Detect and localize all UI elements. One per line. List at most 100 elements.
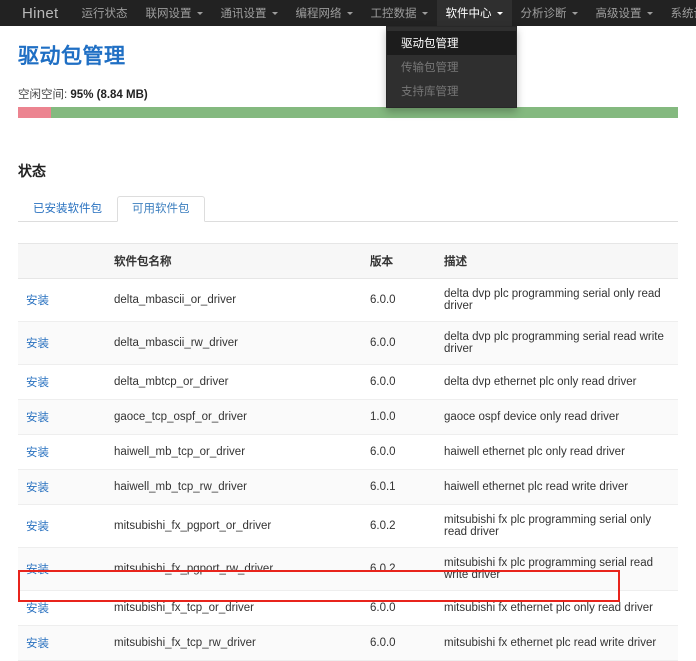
version-cell: 1.0.0: [364, 400, 438, 435]
package-table: 软件包名称 版本 描述 安装delta_mbascii_or_driver6.0…: [18, 243, 678, 661]
nav-item-label: 软件中心: [446, 5, 492, 21]
chevron-down-icon: [347, 12, 353, 15]
chevron-down-icon: [497, 12, 503, 15]
package-name-cell: delta_mbascii_or_driver: [108, 279, 364, 322]
version-cell: 6.0.0: [364, 591, 438, 626]
nav-item-2[interactable]: 通讯设置: [212, 0, 287, 26]
progress-used-segment: [18, 107, 51, 118]
nav-item-label: 运行状态: [82, 5, 128, 21]
action-cell: 安装: [18, 365, 108, 400]
chevron-down-icon: [572, 12, 578, 15]
package-name-cell: mitsubishi_fx_tcp_or_driver: [108, 591, 364, 626]
table-header: 软件包名称 版本 描述: [18, 244, 678, 279]
package-name-cell: delta_mbascii_rw_driver: [108, 322, 364, 365]
brand-logo[interactable]: Hinet: [0, 0, 73, 26]
version-cell: 6.0.2: [364, 505, 438, 548]
action-cell: 安装: [18, 279, 108, 322]
version-cell: 6.0.1: [364, 470, 438, 505]
header-package-name: 软件包名称: [108, 244, 364, 279]
chevron-down-icon: [647, 12, 653, 15]
header-version: 版本: [364, 244, 438, 279]
table-row: 安装 gaoce_tcp_ospf_or_driver1.0.0gaoce osp…: [18, 400, 678, 435]
install-button[interactable]: 安装: [26, 295, 49, 307]
tab-0[interactable]: 已安装软件包: [18, 196, 117, 222]
chevron-down-icon: [197, 12, 203, 15]
package-name-cell: gaoce_tcp_ospf_or_driver: [108, 400, 364, 435]
description-cell: gaoce ospf device only read driver: [438, 400, 678, 435]
version-cell: 6.0.0: [364, 435, 438, 470]
table-row: 安装mitsubishi_fx_tcp_rw_driver6.0.0mitsub…: [18, 626, 678, 661]
package-name-cell: mitsubishi_fx_pgport_rw_driver: [108, 548, 364, 591]
nav-item-4[interactable]: 工控数据: [362, 0, 437, 26]
nav-item-label: 联网设置: [146, 5, 192, 21]
action-cell: 安装: [18, 322, 108, 365]
tab-1[interactable]: 可用软件包: [117, 196, 205, 222]
nav-item-label: 高级设置: [596, 5, 642, 21]
version-cell: 6.0.2: [364, 548, 438, 591]
package-name-cell: haiwell_mb_tcp_rw_driver: [108, 470, 364, 505]
dropdown-item-0[interactable]: 驱动包管理: [387, 31, 516, 55]
table-row: 安装 mitsubishi_fx_tcp_or_driver6.0.0mitsub…: [18, 591, 678, 626]
description-cell: haiwell ethernet plc only read driver: [438, 435, 678, 470]
install-button[interactable]: 安装: [26, 603, 49, 615]
version-cell: 6.0.0: [364, 322, 438, 365]
nav-item-7[interactable]: 高级设置: [587, 0, 662, 26]
header-action: [18, 244, 108, 279]
status-section-title: 状态: [18, 161, 678, 181]
action-cell: 安装: [18, 591, 108, 626]
action-cell: 安装: [18, 435, 108, 470]
header-description: 描述: [438, 244, 678, 279]
nav-item-label: 工控数据: [371, 5, 417, 21]
nav-item-6[interactable]: 分析诊断: [512, 0, 587, 26]
install-button[interactable]: 安装: [26, 338, 49, 350]
action-cell: 安装: [18, 548, 108, 591]
chevron-down-icon: [272, 12, 278, 15]
nav-item-8[interactable]: 系统设置: [662, 0, 696, 26]
package-name-cell: haiwell_mb_tcp_or_driver: [108, 435, 364, 470]
progress-free-segment: [51, 107, 678, 118]
action-cell: 安装: [18, 400, 108, 435]
install-button[interactable]: 安装: [26, 482, 49, 494]
nav-item-5[interactable]: 软件中心: [437, 0, 512, 26]
install-button[interactable]: 安装: [26, 521, 49, 533]
install-button[interactable]: 安装: [26, 638, 49, 650]
table-row: 安装 haiwell_mb_tcp_or_driver6.0.0haiwell e…: [18, 435, 678, 470]
page-content: 驱动包管理 空闲空间: 95% (8.84 MB) 状态 已安装软件包可用软件包…: [0, 40, 696, 661]
description-cell: delta dvp ethernet plc only read driver: [438, 365, 678, 400]
table-row: 安装delta_mbascii_or_driver6.0.0delta dvp …: [18, 279, 678, 322]
table-row: 安装haiwell_mb_tcp_rw_driver6.0.1haiwell e…: [18, 470, 678, 505]
nav-item-label: 编程网络: [296, 5, 342, 21]
disk-space-progress-bar: [18, 107, 678, 118]
dropdown-item-1[interactable]: 传输包管理: [387, 55, 516, 79]
install-button[interactable]: 安装: [26, 447, 49, 459]
table-row: 安装delta_mbascii_rw_driver6.0.0delta dvp …: [18, 322, 678, 365]
dropdown-item-2[interactable]: 支持库管理: [387, 79, 516, 103]
version-cell: 6.0.0: [364, 626, 438, 661]
package-tabs: 已安装软件包可用软件包: [18, 195, 678, 222]
description-cell: mitsubishi fx ethernet plc only read dri…: [438, 591, 678, 626]
nav-item-1[interactable]: 联网设置: [137, 0, 212, 26]
package-name-cell: delta_mbtcp_or_driver: [108, 365, 364, 400]
table-row: 安装 mitsubishi_fx_pgport_or_driver6.0.2mit…: [18, 505, 678, 548]
action-cell: 安装: [18, 470, 108, 505]
free-space-value: 95% (8.84 MB): [70, 89, 147, 101]
free-space-status: 空闲空间: 95% (8.84 MB): [18, 86, 678, 102]
package-name-cell: mitsubishi_fx_tcp_rw_driver: [108, 626, 364, 661]
nav-item-3[interactable]: 编程网络: [287, 0, 362, 26]
nav-item-label: 分析诊断: [521, 5, 567, 21]
table-row: 安装mitsubishi_fx_pgport_rw_driver6.0.2mit…: [18, 548, 678, 591]
table-header-row: 软件包名称 版本 描述: [18, 244, 678, 279]
package-name-cell: mitsubishi_fx_pgport_or_driver: [108, 505, 364, 548]
nav-item-0[interactable]: 运行状态: [73, 0, 137, 26]
description-cell: mitsubishi fx plc programming serial onl…: [438, 505, 678, 548]
table-body: 安装delta_mbascii_or_driver6.0.0delta dvp …: [18, 279, 678, 661]
free-space-label: 空闲空间:: [18, 89, 67, 101]
install-button[interactable]: 安装: [26, 412, 49, 424]
version-cell: 6.0.0: [364, 365, 438, 400]
software-center-dropdown-menu: 驱动包管理传输包管理支持库管理: [386, 26, 517, 108]
top-navbar: Hinet 运行状态 联网设置 通讯设置编程网络 工控数据 软件中心 分析诊断 高级设置 系统…: [0, 0, 696, 26]
action-cell: 安装: [18, 626, 108, 661]
page-title: 驱动包管理: [18, 40, 678, 70]
install-button[interactable]: 安装: [26, 377, 49, 389]
table-row: 安装 delta_mbtcp_or_driver6.0.0delta dvp et…: [18, 365, 678, 400]
